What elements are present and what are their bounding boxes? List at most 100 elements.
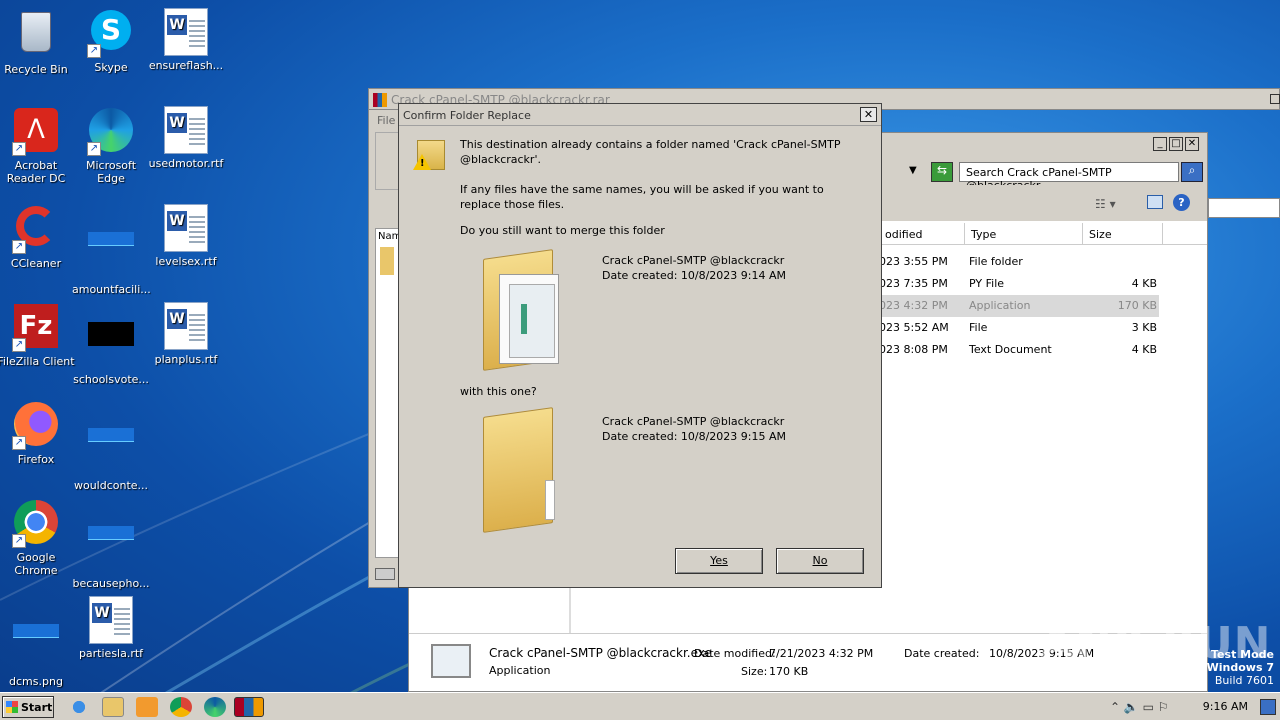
desktop-icon-dcms[interactable]: dcms.png [0,596,75,688]
warning-folder-icon: ! [413,140,447,174]
folder1-date: Date created: 10/8/2023 9:14 AM [602,269,787,282]
clock[interactable]: 9:16 AM [1203,700,1248,713]
view-options-icon[interactable]: ☷ ▾ [1095,197,1116,211]
filezilla-icon: Fz ↗ [12,304,60,352]
close-button[interactable]: ✕ [1185,137,1199,151]
desktop-icon-firefox[interactable]: ↗ Firefox [0,400,75,466]
desktop-icon-acrobat[interactable]: ᐱ ↗ Acrobat Reader DC [0,106,75,185]
desktop-icon-planplus[interactable]: planplus.rtf [147,302,225,366]
dialog-message-2: If any files have the same names, you wi… [460,183,824,211]
help-icon[interactable]: ? [1173,194,1190,211]
icon-label: planplus.rtf [154,353,218,366]
file-explorer-icon[interactable] [102,697,124,717]
search-icon[interactable]: ⌕ [1181,162,1203,182]
preview-pane-icon[interactable] [1147,195,1163,209]
tray-icons[interactable]: ⌃ 🔈 ▭ ⚐ [1110,700,1169,714]
maximize-button[interactable]: □ [1169,137,1183,151]
winrar-search-field[interactable] [1208,198,1280,218]
icon-label: usedmotor.rtf [148,157,224,170]
dialog-title: Confirm Folder Replace [403,109,531,122]
search-input[interactable]: Search Crack cPanel-SMTP @blackcrackr [959,162,1179,192]
details-modified-value: 7/21/2023 4:32 PM [769,647,874,660]
shortcut-arrow-icon: ↗ [12,240,26,254]
refresh-icon[interactable]: ⇆ [931,162,953,182]
desktop-icon-partiesla[interactable]: partiesla.rtf [72,596,150,660]
desktop-icon-usedmotor[interactable]: usedmotor.rtf [147,106,225,170]
winrar-icon [373,93,387,107]
desktop-icon-ensureflash[interactable]: ensureflash... [147,8,225,72]
file-row[interactable]: 023 8:08 PM Text Document 4 KB [879,339,1159,361]
dialog-question: Do you still want to merge this folder [460,224,665,237]
watermark-line2: Windows 7 [1206,661,1274,674]
black-image-icon [87,322,135,370]
chrome-icon: ↗ [12,500,60,548]
start-button[interactable]: Start [2,696,54,718]
desktop-icon-wouldconte[interactable]: wouldconte... [72,400,150,492]
icon-label: ensureflash... [148,59,224,72]
desktop-icon-recycle-bin[interactable]: Recycle Bin [0,8,75,76]
icon-label: Acrobat Reader DC [6,159,66,185]
skype-icon: S ↗ [87,10,135,58]
pane-divider[interactable] [569,588,571,634]
icon-label: amountfacili... [72,283,151,296]
details-modified-label: Date modified: [694,647,776,660]
row-type: File [969,321,988,334]
row-date: 023 8:08 PM [879,343,948,356]
desktop-icon-amountfacili[interactable]: amountfacili... [72,204,151,296]
blank-file-icon [87,526,135,574]
column-date-modified[interactable]: odified [879,223,965,245]
blank-file-icon [12,624,60,672]
no-button[interactable]: No [776,548,864,574]
icon-label: Firefox [17,453,55,466]
blank-file-icon [87,232,135,280]
folder2-date: Date created: 10/8/2023 9:15 AM [602,430,787,443]
desktop-icon-levelsex[interactable]: levelsex.rtf [147,204,225,268]
file-row[interactable]: 023 5:52 AM File 3 KB [879,317,1159,339]
desktop-icon-skype[interactable]: S ↗ Skype [72,8,150,74]
desktop-icon-becausepho[interactable]: becausepho... [72,498,150,590]
icon-label: FileZilla Client [0,355,75,368]
column-type[interactable]: Type [965,223,1083,245]
row-type: File folder [969,255,1023,268]
file-row[interactable]: 023 3:55 PM File folder [879,251,1159,273]
word-document-icon [162,302,210,350]
winrar-restore-button[interactable] [1270,94,1280,104]
details-filename: Crack cPanel-SMTP @blackcrackr.exe [489,646,712,660]
icon-label: Recycle Bin [4,63,68,76]
ccleaner-icon: ↗ [12,206,60,254]
word-document-icon [87,596,135,644]
desktop-icon-edge[interactable]: ↗ Microsoft Edge [72,106,150,185]
desktop-icon-schoolsvote[interactable]: schoolsvote... [72,302,150,386]
close-icon[interactable]: ✕ [860,107,877,122]
desktop-icon-filezilla[interactable]: Fz ↗ FileZilla Client [0,302,75,368]
details-size-label: Size: [741,665,768,678]
desktop-icon-ccleaner[interactable]: ↗ CCleaner [0,204,75,270]
file-row[interactable]: 023 7:35 PM PY File 4 KB [879,273,1159,295]
yes-button[interactable]: Yes [675,548,763,574]
desktop-icon-chrome[interactable]: ↗ Google Chrome [0,498,75,577]
edge-taskbar-icon[interactable] [204,697,226,717]
folder-with-files-icon[interactable] [479,249,569,371]
drive-icon [375,568,395,580]
icon-label: CCleaner [10,257,62,270]
folder-icon [380,247,394,275]
row-date: 023 5:52 AM [879,321,949,334]
row-type: Text Document [969,343,1052,356]
internet-explorer-icon[interactable] [68,697,90,717]
column-size[interactable]: Size [1083,223,1163,245]
chrome-taskbar-icon[interactable] [170,697,192,717]
dialog-titlebar: Confirm Folder Replace ✕ [399,104,881,126]
winrar-taskbar-icon[interactable] [234,697,264,717]
icon-label: dcms.png [9,675,63,688]
menu-file[interactable]: File [377,114,395,127]
icon-label: becausepho... [72,577,150,590]
chevron-down-icon[interactable]: ▼ [909,165,917,176]
file-row-selected[interactable]: 023 4:32 PM Application 170 KB [879,295,1159,317]
show-desktop-icon[interactable] [1260,699,1276,715]
folder2-name: Crack cPanel-SMTP @blackcrackr [602,415,785,428]
icon-label: wouldconte... [73,479,149,492]
media-player-icon[interactable] [136,697,158,717]
row-size: 4 KB [1131,277,1157,290]
folder-icon[interactable] [479,407,575,534]
minimize-button[interactable]: _ [1153,137,1167,151]
